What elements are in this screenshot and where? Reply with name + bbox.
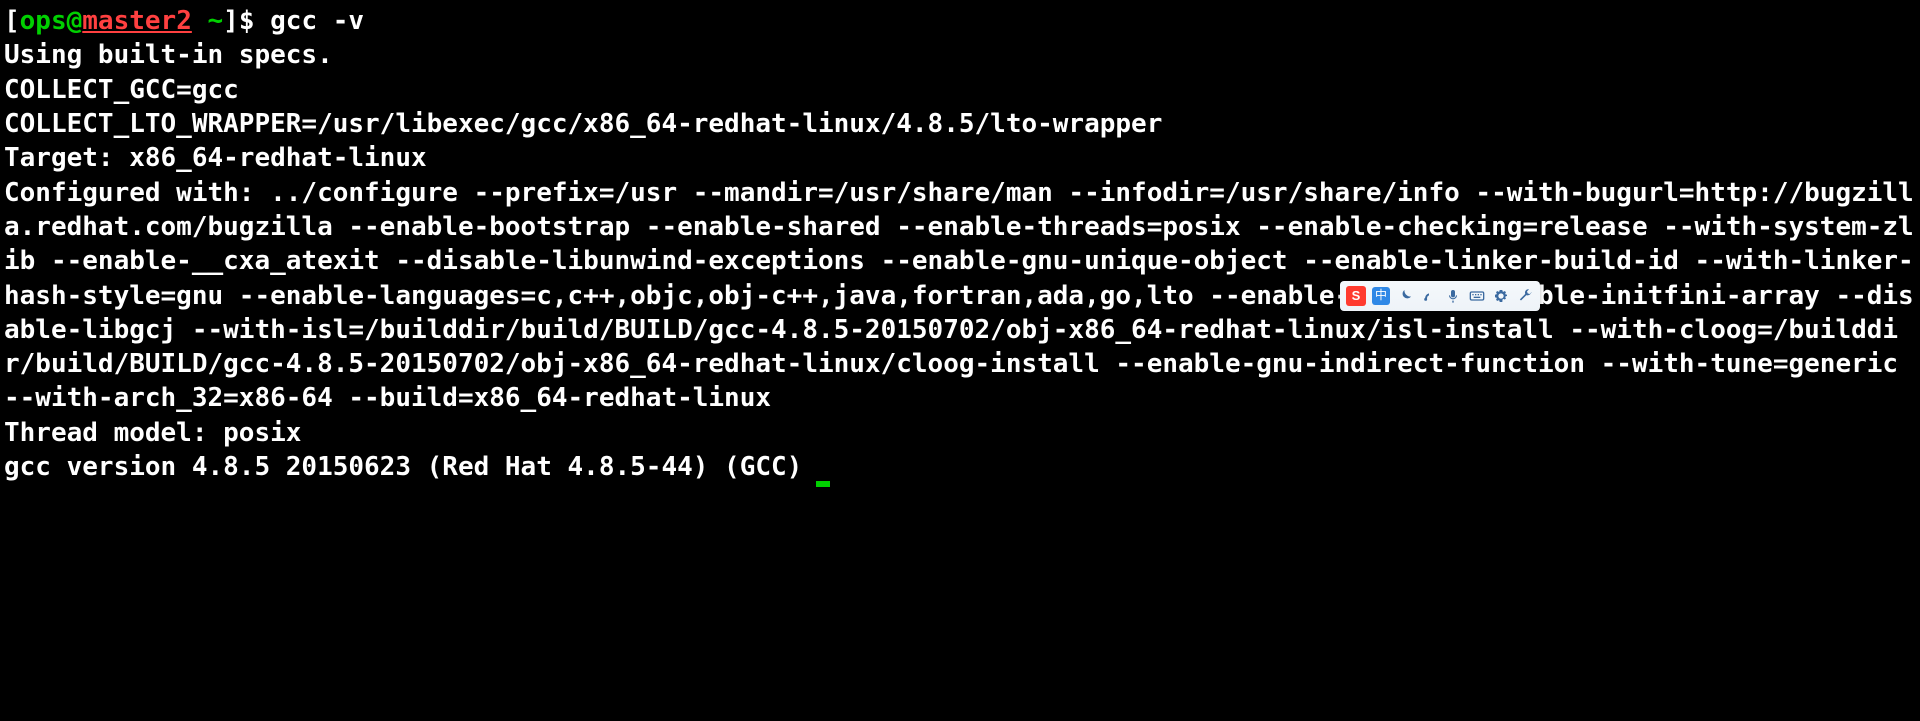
terminal[interactable]: [ops@master2 ~]$ gcc -v Using built-in s… [0,0,1920,488]
wrench-icon[interactable] [1516,287,1534,305]
prompt-trailing-space [254,6,270,36]
punctuation-icon[interactable] [1420,287,1438,305]
moon-icon[interactable] [1396,287,1414,305]
prompt-at: @ [67,6,83,36]
prompt-close: ] [223,6,239,36]
mic-icon[interactable] [1444,287,1462,305]
prompt-sigil: $ [239,6,255,36]
prompt-host: master2 [82,6,192,36]
ime-toolbar[interactable]: S 中 [1340,281,1540,311]
terminal-output: Using built-in specs. COLLECT_GCC=gcc CO… [4,40,1914,482]
keyboard-icon[interactable] [1468,287,1486,305]
gear-icon[interactable] [1492,287,1510,305]
cursor [816,481,830,487]
prompt-path: ~ [208,6,224,36]
prompt-open: [ [4,6,20,36]
ime-lang-zh-button[interactable]: 中 [1372,287,1390,305]
sogou-logo-icon[interactable]: S [1346,286,1366,306]
prompt-sep [192,6,208,36]
command-text: gcc -v [270,6,364,36]
prompt-user: ops [20,6,67,36]
